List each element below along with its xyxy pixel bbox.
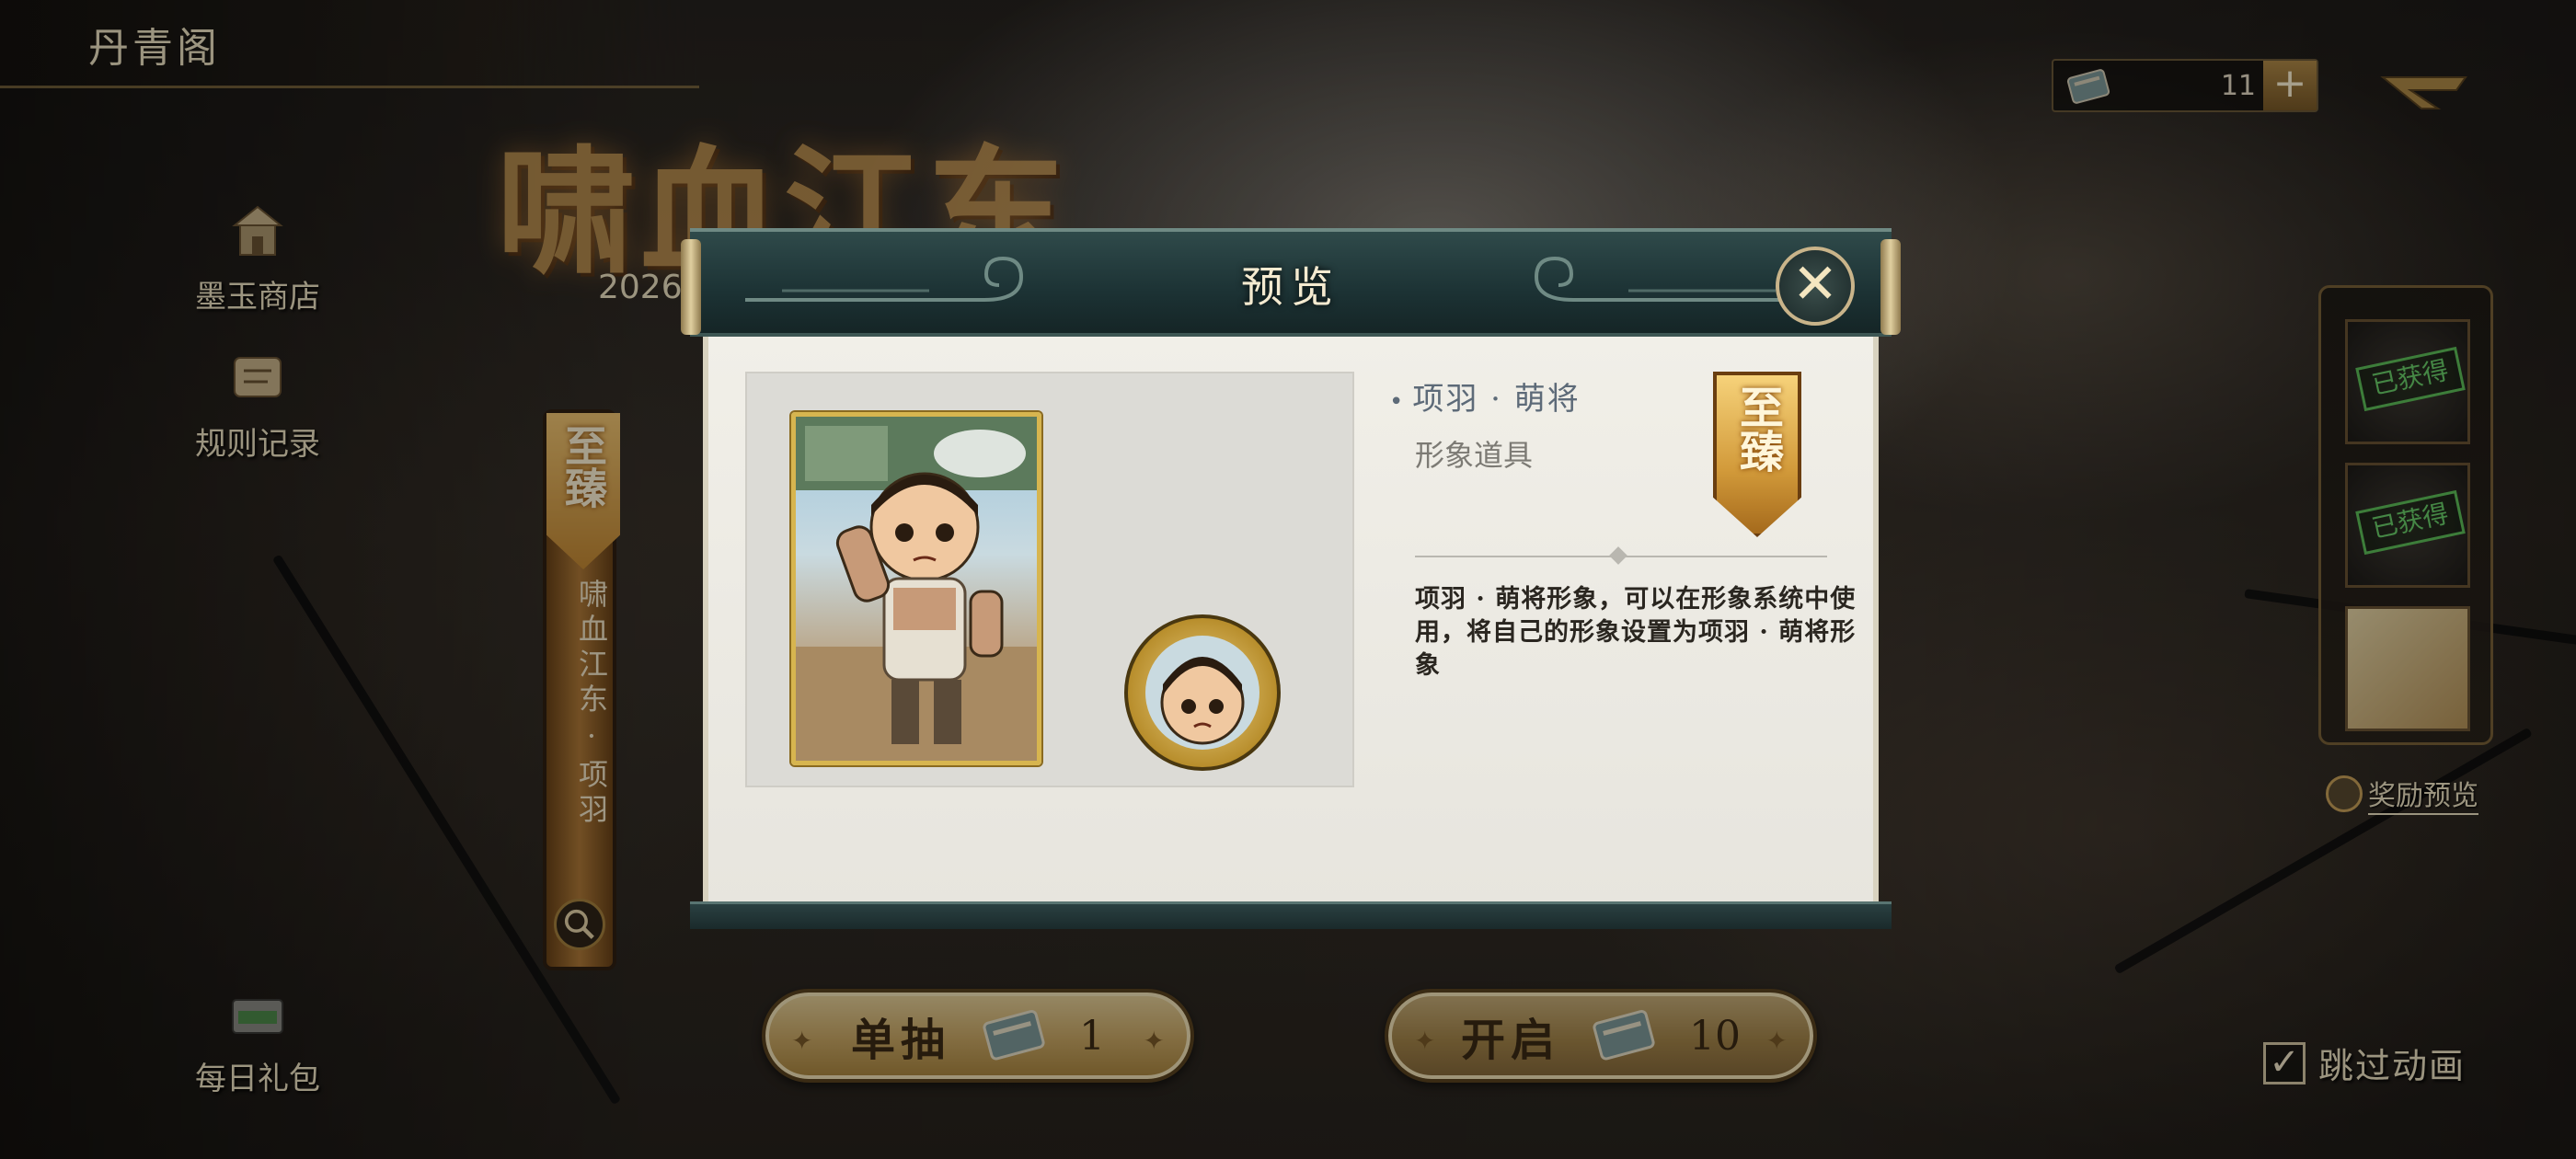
item-name-text: 项羽 · 萌将 — [1412, 381, 1581, 418]
skin-preview-panel — [745, 372, 1354, 787]
preview-modal: 预览 ✕ • 项羽 · 萌将 形象道具 至臻 项羽 · 萌将形象，可以在形象系统… — [681, 228, 1901, 929]
skin-portrait-card[interactable] — [791, 412, 1041, 765]
avatar-frame[interactable] — [1124, 614, 1281, 771]
divider — [1415, 546, 1827, 565]
chibi-warrior-illustration — [796, 417, 1037, 761]
chibi-avatar-icon — [1145, 636, 1259, 750]
rarity-badge-text: 至臻 — [1731, 384, 1783, 473]
bullet-dot-icon: • — [1389, 388, 1406, 416]
close-button[interactable]: ✕ — [1776, 247, 1855, 326]
modal-header: 预览 ✕ — [681, 228, 1901, 337]
item-name: • 项羽 · 萌将 — [1389, 373, 1581, 419]
modal-footer — [690, 901, 1892, 929]
rarity-badge: 至臻 — [1713, 372, 1801, 537]
modal-body: • 项羽 · 萌将 形象道具 至臻 项羽 · 萌将形象，可以在形象系统中使用，将自… — [703, 337, 1879, 907]
item-type: 形象道具 — [1415, 438, 1534, 473]
modal-title: 预览 — [1241, 262, 1340, 312]
item-description: 项羽 · 萌将形象，可以在形象系统中使用，将自己的形象设置为项羽 · 萌将形象 — [1415, 585, 1857, 680]
